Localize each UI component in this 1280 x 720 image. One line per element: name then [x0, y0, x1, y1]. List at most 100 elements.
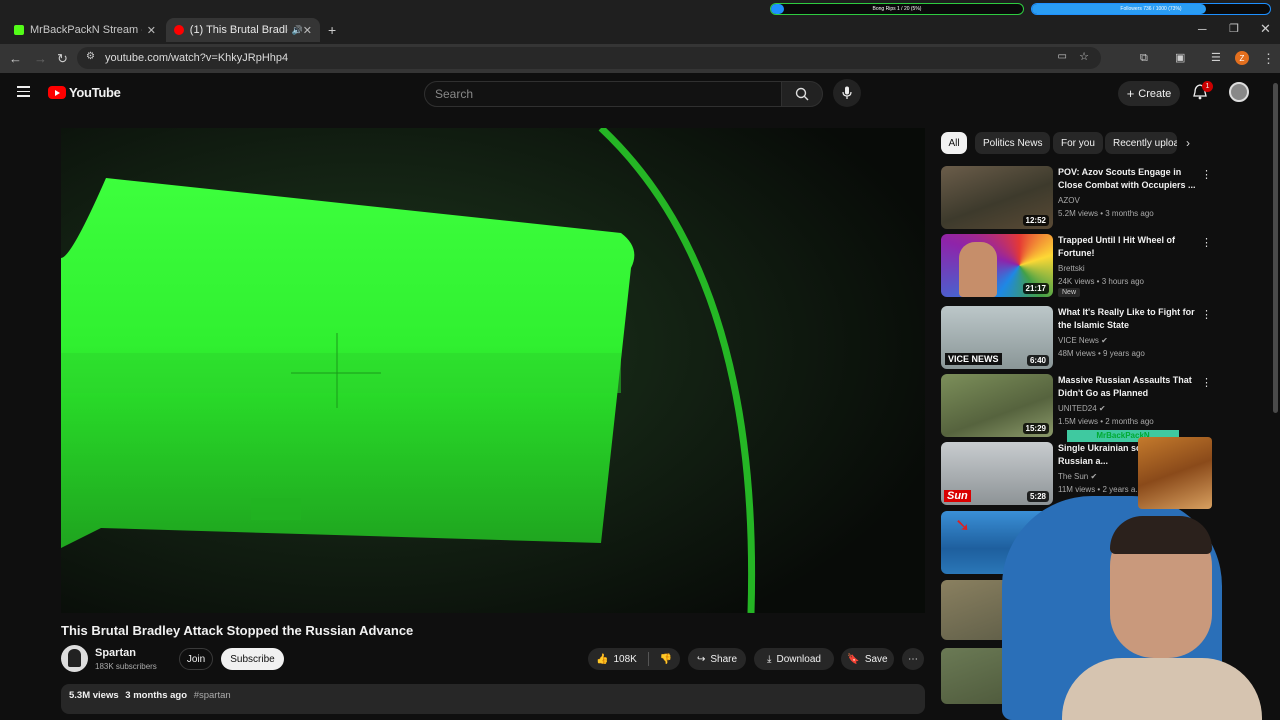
- youtube-logo-text: YouTube: [69, 85, 121, 100]
- more-horizontal-icon: ⋯: [908, 653, 918, 665]
- recommendation-item[interactable]: 15:29 Massive Russian Assaults That Didn…: [941, 374, 1212, 438]
- chip-recently-uploaded[interactable]: Recently uploa: [1105, 132, 1177, 154]
- downloads-icon[interactable]: ☰: [1211, 51, 1221, 66]
- search-button[interactable]: [781, 81, 823, 107]
- chip-all[interactable]: All: [941, 132, 967, 154]
- rec-channel[interactable]: AZOV: [1058, 196, 1080, 205]
- chip-politics-news[interactable]: Politics News: [975, 132, 1051, 154]
- voice-search-button[interactable]: [833, 79, 861, 107]
- hashtag-link[interactable]: #spartan: [194, 690, 231, 701]
- maximize-window-icon[interactable]: ❐: [1229, 22, 1239, 35]
- bookmark-star-icon[interactable]: ☆: [1079, 50, 1089, 63]
- streamer-body: [1062, 658, 1262, 720]
- like-dislike-group: 👍 108K 👎: [588, 648, 680, 670]
- speaker-icon[interactable]: 🔊: [292, 25, 303, 36]
- notification-badge: 1: [1202, 81, 1213, 92]
- join-button[interactable]: Join: [179, 648, 213, 670]
- create-label: Create: [1138, 87, 1172, 100]
- sidebar-icon[interactable]: ▣: [1175, 51, 1185, 66]
- back-arrow-icon[interactable]: ←: [9, 51, 22, 66]
- subscribe-button[interactable]: Subscribe: [221, 648, 284, 670]
- rec-channel[interactable]: The Sun ✔: [1058, 472, 1097, 481]
- recommendation-item[interactable]: VICE NEWS 6:40 What It's Really Like to …: [941, 306, 1212, 370]
- night-vision-video-frame: [61, 128, 925, 613]
- video-thumbnail[interactable]: 15:29: [941, 374, 1053, 437]
- download-label: Download: [776, 653, 821, 665]
- chip-for-you[interactable]: For you: [1053, 132, 1103, 154]
- install-app-icon[interactable]: ▭: [1058, 51, 1067, 62]
- site-info-icon[interactable]: ⚙: [86, 51, 95, 62]
- rec-channel[interactable]: Brettski: [1058, 264, 1085, 273]
- rec-title[interactable]: Trapped Until I Hit Wheel of Fortune!: [1058, 234, 1196, 260]
- verified-check-icon: ✔: [1098, 404, 1106, 413]
- account-avatar[interactable]: [1229, 82, 1249, 102]
- rec-channel-name: The Sun: [1058, 472, 1089, 481]
- microphone-icon: [842, 86, 852, 99]
- more-vertical-icon[interactable]: ⋮: [1201, 376, 1212, 389]
- browser-tab-youtube[interactable]: (1) This Brutal Bradley Attac... 🔊 ✕: [166, 18, 320, 42]
- address-bar[interactable]: ⚙ youtube.com/watch?v=KhkyJRpHhp4 ▭ ☆: [77, 47, 1101, 69]
- extensions-icon[interactable]: ⧉: [1140, 51, 1148, 66]
- subscribe-label: Subscribe: [230, 653, 275, 665]
- profile-avatar[interactable]: Z: [1235, 51, 1249, 65]
- save-button[interactable]: 🔖 Save: [841, 648, 894, 670]
- duration-badge: 6:40: [1026, 355, 1049, 366]
- browser-tab-kick[interactable]: MrBackPackN Stream - Wa... ✕: [6, 18, 164, 42]
- verified-check-icon: ✔: [1101, 336, 1108, 345]
- tab-title: MrBackPackN Stream - Wa...: [30, 24, 142, 36]
- more-vertical-icon[interactable]: ⋮: [1201, 168, 1212, 181]
- close-window-icon[interactable]: ✕: [1260, 21, 1271, 37]
- video-player[interactable]: [61, 128, 925, 613]
- minimize-window-icon[interactable]: ─: [1198, 22, 1207, 36]
- kick-favicon-icon: [14, 25, 24, 35]
- download-button[interactable]: ⤓ Download: [754, 648, 834, 670]
- like-count[interactable]: 108K: [613, 654, 636, 665]
- duration-badge: 21:17: [1022, 283, 1049, 294]
- thumbs-down-icon[interactable]: 👎: [660, 654, 672, 665]
- browser-menu-icon[interactable]: ⋮: [1262, 51, 1275, 66]
- youtube-play-icon: [48, 86, 66, 99]
- duration-badge: 15:29: [1022, 423, 1049, 434]
- more-actions-button[interactable]: ⋯: [902, 648, 924, 670]
- reload-icon[interactable]: ↻: [57, 51, 68, 66]
- close-tab-icon[interactable]: ✕: [303, 24, 312, 37]
- rec-channel[interactable]: UNITED24 ✔: [1058, 404, 1106, 413]
- rec-title[interactable]: What It's Really Like to Fight for the I…: [1058, 306, 1196, 332]
- search-input[interactable]: Search: [424, 81, 782, 107]
- scrollbar-thumb[interactable]: [1273, 83, 1278, 413]
- streamer-hair: [1110, 516, 1212, 554]
- chips-next-chevron-icon[interactable]: ›: [1186, 136, 1190, 150]
- video-thumbnail[interactable]: VICE NEWS 6:40: [941, 306, 1053, 369]
- rec-channel[interactable]: VICE News ✔: [1058, 336, 1108, 345]
- rec-title[interactable]: Massive Russian Assaults That Didn't Go …: [1058, 374, 1196, 400]
- video-thumbnail[interactable]: 21:17: [941, 234, 1053, 297]
- hamburger-menu-icon[interactable]: [17, 86, 30, 97]
- thumbnail-person: [959, 242, 997, 297]
- forward-arrow-icon[interactable]: →: [34, 51, 47, 66]
- video-title: This Brutal Bradley Attack Stopped the R…: [61, 623, 414, 638]
- download-icon: ⤓: [767, 653, 772, 665]
- more-vertical-icon[interactable]: ⋮: [1201, 308, 1212, 321]
- page-scrollbar[interactable]: [1271, 73, 1280, 720]
- create-button[interactable]: + Create: [1118, 81, 1180, 106]
- recommendation-item[interactable]: 21:17 Trapped Until I Hit Wheel of Fortu…: [941, 234, 1212, 298]
- youtube-logo[interactable]: YouTube: [48, 85, 121, 100]
- save-label: Save: [864, 653, 888, 665]
- notifications-button[interactable]: 1: [1193, 81, 1213, 102]
- duration-badge: 12:52: [1022, 215, 1049, 226]
- new-tab-button[interactable]: +: [328, 22, 336, 38]
- channel-name[interactable]: Spartan: [95, 647, 136, 659]
- description-box[interactable]: 5.3M views 3 months ago #spartan: [61, 684, 925, 714]
- more-vertical-icon[interactable]: ⋮: [1201, 236, 1212, 249]
- chip-label: Politics News: [983, 137, 1043, 149]
- rec-channel-name: UNITED24: [1058, 404, 1097, 413]
- thumbs-up-icon[interactable]: 👍: [596, 654, 608, 665]
- share-button[interactable]: ↪ Share: [688, 648, 746, 670]
- tiger-image: [1138, 437, 1212, 509]
- view-count: 5.3M views: [69, 690, 119, 701]
- recommendation-item[interactable]: 12:52 POV: Azov Scouts Engage in Close C…: [941, 166, 1212, 230]
- rec-title[interactable]: POV: Azov Scouts Engage in Close Combat …: [1058, 166, 1196, 192]
- close-tab-icon[interactable]: ✕: [147, 24, 156, 37]
- video-thumbnail[interactable]: 12:52: [941, 166, 1053, 229]
- channel-avatar[interactable]: [61, 645, 88, 672]
